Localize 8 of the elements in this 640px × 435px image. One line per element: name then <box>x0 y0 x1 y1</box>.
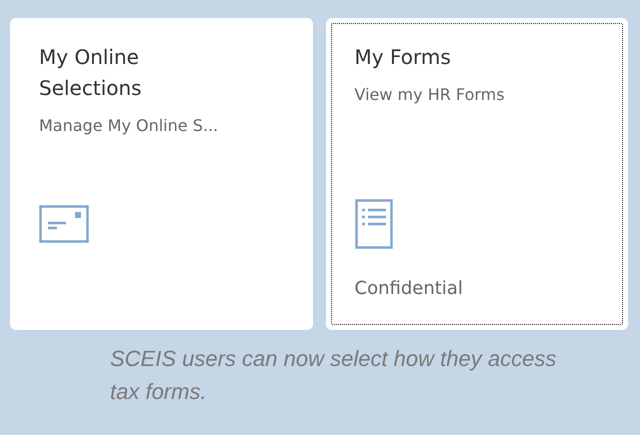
envelope-icon <box>39 205 89 243</box>
tile-footer: Confidential <box>354 278 599 300</box>
tile-subtitle: Manage My Online S... <box>39 116 220 135</box>
tile-title: My Online Selections <box>39 44 143 102</box>
document-list-icon <box>354 199 392 249</box>
tile-subtitle: View my HR Forms <box>354 85 506 104</box>
caption-text: SCEIS users can now select how they access tax forms. <box>110 345 558 406</box>
tile-title: My Forms <box>354 44 452 71</box>
